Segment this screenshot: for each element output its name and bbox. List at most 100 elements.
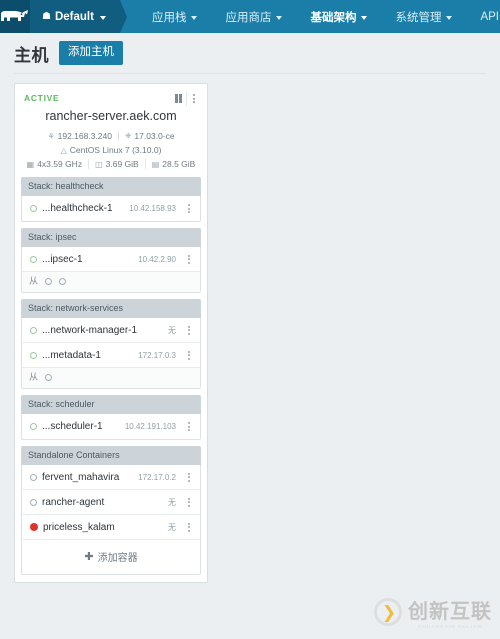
service-row[interactable]: ...scheduler-1 10.42.191.103 xyxy=(22,414,200,439)
nav-item-infrastructure[interactable]: 基础架构 xyxy=(296,0,381,33)
kebab-menu-icon[interactable] xyxy=(183,497,195,507)
service-row[interactable]: ...healthcheck-1 10.42.158.93 xyxy=(22,196,200,221)
service-ip: 172.17.0.3 xyxy=(138,350,176,360)
stack-header[interactable]: Stack: ipsec xyxy=(21,228,201,247)
status-ring-icon xyxy=(30,205,37,212)
rancher-logo[interactable] xyxy=(0,0,30,33)
sidekick-row: 从 xyxy=(22,368,200,388)
stack-scheduler: Stack: scheduler ...scheduler-1 10.42.19… xyxy=(21,395,201,440)
host-name[interactable]: rancher-server.aek.com xyxy=(15,107,207,131)
container-row[interactable]: rancher-agent 无 xyxy=(22,490,200,515)
host-memory: ◫ 3.69 GiB xyxy=(89,159,146,169)
host-cpu: ▦ 4x3.59 GHz xyxy=(21,159,90,169)
host-docker-version: ⎈ 17.03.0-ce xyxy=(125,131,175,141)
stack-body: ...ipsec-1 10.42.2.90 从 xyxy=(21,247,201,293)
pause-icon[interactable] xyxy=(171,91,186,106)
stack-header[interactable]: Stack: network-services xyxy=(21,299,201,318)
standalone-body: fervent_mahavira 172.17.0.2 rancher-agen… xyxy=(21,465,201,575)
host-os: △ CentOS Linux 7 (3.10.0) xyxy=(61,145,162,155)
host-cpu-value: 4x3.59 GHz xyxy=(37,159,83,169)
service-ip: 10.42.2.90 xyxy=(138,254,176,264)
docker-whale-icon: ⎈ xyxy=(124,131,132,140)
nav-item-catalog[interactable]: 应用商店 xyxy=(211,0,296,33)
nav-item-label: 应用商店 xyxy=(225,11,272,24)
host-docker-value: 17.03.0-ce xyxy=(134,131,175,141)
service-name: ...ipsec-1 xyxy=(42,253,83,265)
stack-healthcheck: Stack: healthcheck ...healthcheck-1 10.4… xyxy=(21,177,201,222)
kebab-menu-icon[interactable] xyxy=(183,350,195,360)
service-ip: 10.42.191.103 xyxy=(124,422,176,431)
memory-icon: ◫ xyxy=(95,159,103,169)
kebab-menu-icon[interactable] xyxy=(183,472,195,482)
chevron-down-icon xyxy=(276,15,283,20)
status-ring-icon xyxy=(30,255,37,263)
stack-header[interactable]: Stack: scheduler xyxy=(21,395,201,414)
cx-circle-logo: ❯ xyxy=(374,598,402,626)
chevron-down-icon xyxy=(191,15,198,20)
status-ring-icon xyxy=(30,423,37,430)
page-title: 主机 xyxy=(14,45,49,65)
status-ring-icon xyxy=(30,351,37,359)
chevron-down-icon xyxy=(361,15,368,20)
container-row[interactable]: priceless_kalam 无 xyxy=(22,515,200,540)
nav-item-stacks[interactable]: 应用栈 xyxy=(138,0,212,33)
container-row[interactable]: fervent_mahavira 172.17.0.2 xyxy=(22,465,200,490)
rancher-cow-logo xyxy=(1,10,28,21)
watermark-text-stack: 创新互联 CHUANGXIN HULIAN xyxy=(408,595,492,629)
top-navbar: ☗ Default 应用栈 应用商店 基础架构 系统管理 API xyxy=(0,0,500,33)
service-row[interactable]: ...network-manager-1 无 xyxy=(22,318,200,343)
sidekick-status-icon[interactable] xyxy=(59,278,67,285)
stack-body: ...network-manager-1 无 ...metadata-1 172… xyxy=(21,318,201,389)
kebab-menu-icon[interactable] xyxy=(186,91,201,106)
sidekick-icon: 从 xyxy=(29,276,39,286)
nav-item-label: 应用栈 xyxy=(151,11,187,24)
service-row[interactable]: ...ipsec-1 10.42.2.90 xyxy=(22,247,200,272)
nav-item-admin[interactable]: 系统管理 xyxy=(381,0,466,33)
environment-label: Default xyxy=(54,10,94,23)
add-host-button[interactable]: 添加主机 xyxy=(59,41,123,65)
add-container-label: 添加容器 xyxy=(97,553,138,564)
kebab-menu-icon[interactable] xyxy=(183,254,195,264)
service-name: ...scheduler-1 xyxy=(42,421,103,432)
service-name: ...healthcheck-1 xyxy=(42,203,113,214)
kebab-menu-icon[interactable] xyxy=(183,422,195,431)
host-memory-value: 3.69 GiB xyxy=(105,159,139,169)
centos-icon: △ xyxy=(60,145,67,155)
link-icon: ⚘ xyxy=(47,131,55,141)
host-card-topbar: ACTIVE xyxy=(15,84,207,107)
host-meta-os: △ CentOS Linux 7 (3.10.0) xyxy=(15,145,207,159)
cpu-icon: ▦ xyxy=(26,159,35,169)
container-name: fervent_mahavira xyxy=(42,471,120,483)
host-card: ACTIVE rancher-server.aek.com ⚘ 192.168.… xyxy=(14,83,208,583)
stack-header[interactable]: Stack: healthcheck xyxy=(21,177,201,196)
nav-menu: 应用栈 应用商店 基础架构 系统管理 API xyxy=(120,0,500,33)
sidekick-status-icon[interactable] xyxy=(45,278,53,285)
standalone-containers: Standalone Containers fervent_mahavira 1… xyxy=(21,446,201,575)
service-row[interactable]: ...metadata-1 172.17.0.3 xyxy=(22,343,200,368)
host-meta-stats: ▦ 4x3.59 GHz ◫ 3.69 GiB ▤ 28.5 GiB xyxy=(15,159,207,177)
host-ip: ⚘ 192.168.3.240 xyxy=(47,131,112,141)
kebab-menu-icon[interactable] xyxy=(183,522,195,532)
meta-divider xyxy=(117,131,119,141)
sidekick-row: 从 xyxy=(22,272,200,292)
watermark: ❯ 创新互联 CHUANGXIN HULIAN xyxy=(374,595,492,629)
nav-item-label: API xyxy=(480,10,499,23)
nav-item-api[interactable]: API xyxy=(466,0,500,33)
sidekick-icon: 从 xyxy=(29,372,39,382)
chevron-down-icon xyxy=(446,15,453,20)
host-disk: ▤ 28.5 GiB xyxy=(146,159,202,169)
kebab-menu-icon[interactable] xyxy=(183,325,195,335)
watermark-text: 创新互联 xyxy=(408,601,492,623)
stack-body: ...healthcheck-1 10.42.158.93 xyxy=(21,196,201,222)
stack-network-services: Stack: network-services ...network-manag… xyxy=(21,299,201,389)
add-container-button[interactable]: ✚ 添加容器 xyxy=(22,540,200,574)
status-ring-icon xyxy=(30,326,37,334)
nav-item-label: 基础架构 xyxy=(310,11,357,24)
container-ip: 无 xyxy=(168,497,176,507)
sidekick-status-icon[interactable] xyxy=(45,374,53,381)
cx-x-glyph: ❯ xyxy=(381,602,397,622)
environment-selector[interactable]: ☗ Default xyxy=(30,0,127,33)
page-header: 主机 添加主机 xyxy=(0,33,500,73)
kebab-menu-icon[interactable] xyxy=(183,204,195,213)
watermark-subtext: CHUANGXIN HULIAN xyxy=(418,624,482,629)
